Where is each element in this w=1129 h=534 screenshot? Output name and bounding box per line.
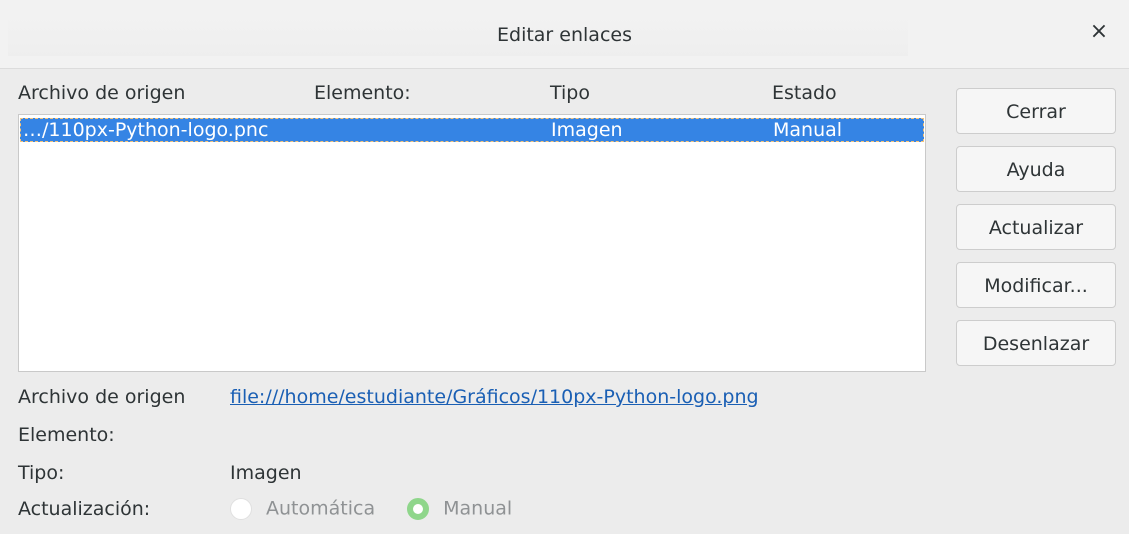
column-header-source[interactable]: Archivo de origen: [18, 82, 185, 104]
detail-element: Elemento:: [18, 424, 1018, 454]
radio-manual[interactable]: [407, 497, 430, 520]
column-header-type[interactable]: Tipo: [550, 82, 590, 104]
detail-source: Archivo de origen file:///home/estudiant…: [18, 386, 1018, 416]
radio-automatic-label: Automática: [266, 497, 376, 520]
detail-type: Tipo: Imagen: [18, 462, 1018, 492]
close-icon[interactable]: ×: [1087, 20, 1111, 44]
links-column-headers: Archivo de origen Elemento: Tipo Estado: [18, 78, 924, 114]
detail-update-label: Actualización:: [18, 498, 151, 520]
detail-type-value: Imagen: [230, 462, 302, 484]
title-bar: Editar enlaces ×: [0, 0, 1129, 69]
radio-automatic[interactable]: [230, 497, 252, 520]
detail-source-link[interactable]: file:///home/estudiante/Gráficos/110px-P…: [230, 386, 759, 408]
detail-element-label: Elemento:: [18, 424, 115, 446]
link-row-type: Imagen: [551, 119, 623, 141]
edit-links-dialog: Editar enlaces × Archivo de origen Eleme…: [0, 0, 1129, 534]
close-button[interactable]: Cerrar: [956, 88, 1116, 134]
action-buttons: Cerrar Ayuda Actualizar Modificar... Des…: [956, 88, 1116, 378]
detail-update: Actualización: Automática Manual: [18, 497, 1018, 528]
modify-button[interactable]: Modificar...: [956, 262, 1116, 308]
detail-type-label: Tipo:: [18, 462, 65, 484]
detail-source-label: Archivo de origen: [18, 386, 186, 408]
link-row-status: Manual: [773, 119, 843, 141]
link-row[interactable]: …/110px-Python-logo.pnc Imagen Manual: [20, 118, 924, 142]
unlink-button[interactable]: Desenlazar: [956, 320, 1116, 366]
radio-manual-label: Manual: [443, 497, 513, 520]
links-list[interactable]: …/110px-Python-logo.pnc Imagen Manual: [18, 114, 926, 372]
column-header-status[interactable]: Estado: [772, 82, 837, 104]
dialog-title: Editar enlaces: [497, 24, 632, 46]
update-button[interactable]: Actualizar: [956, 204, 1116, 250]
column-header-element[interactable]: Elemento:: [314, 82, 411, 104]
help-button[interactable]: Ayuda: [956, 146, 1116, 192]
link-row-source: …/110px-Python-logo.pnc: [23, 119, 269, 141]
update-mode-options: Automática Manual: [230, 497, 512, 520]
